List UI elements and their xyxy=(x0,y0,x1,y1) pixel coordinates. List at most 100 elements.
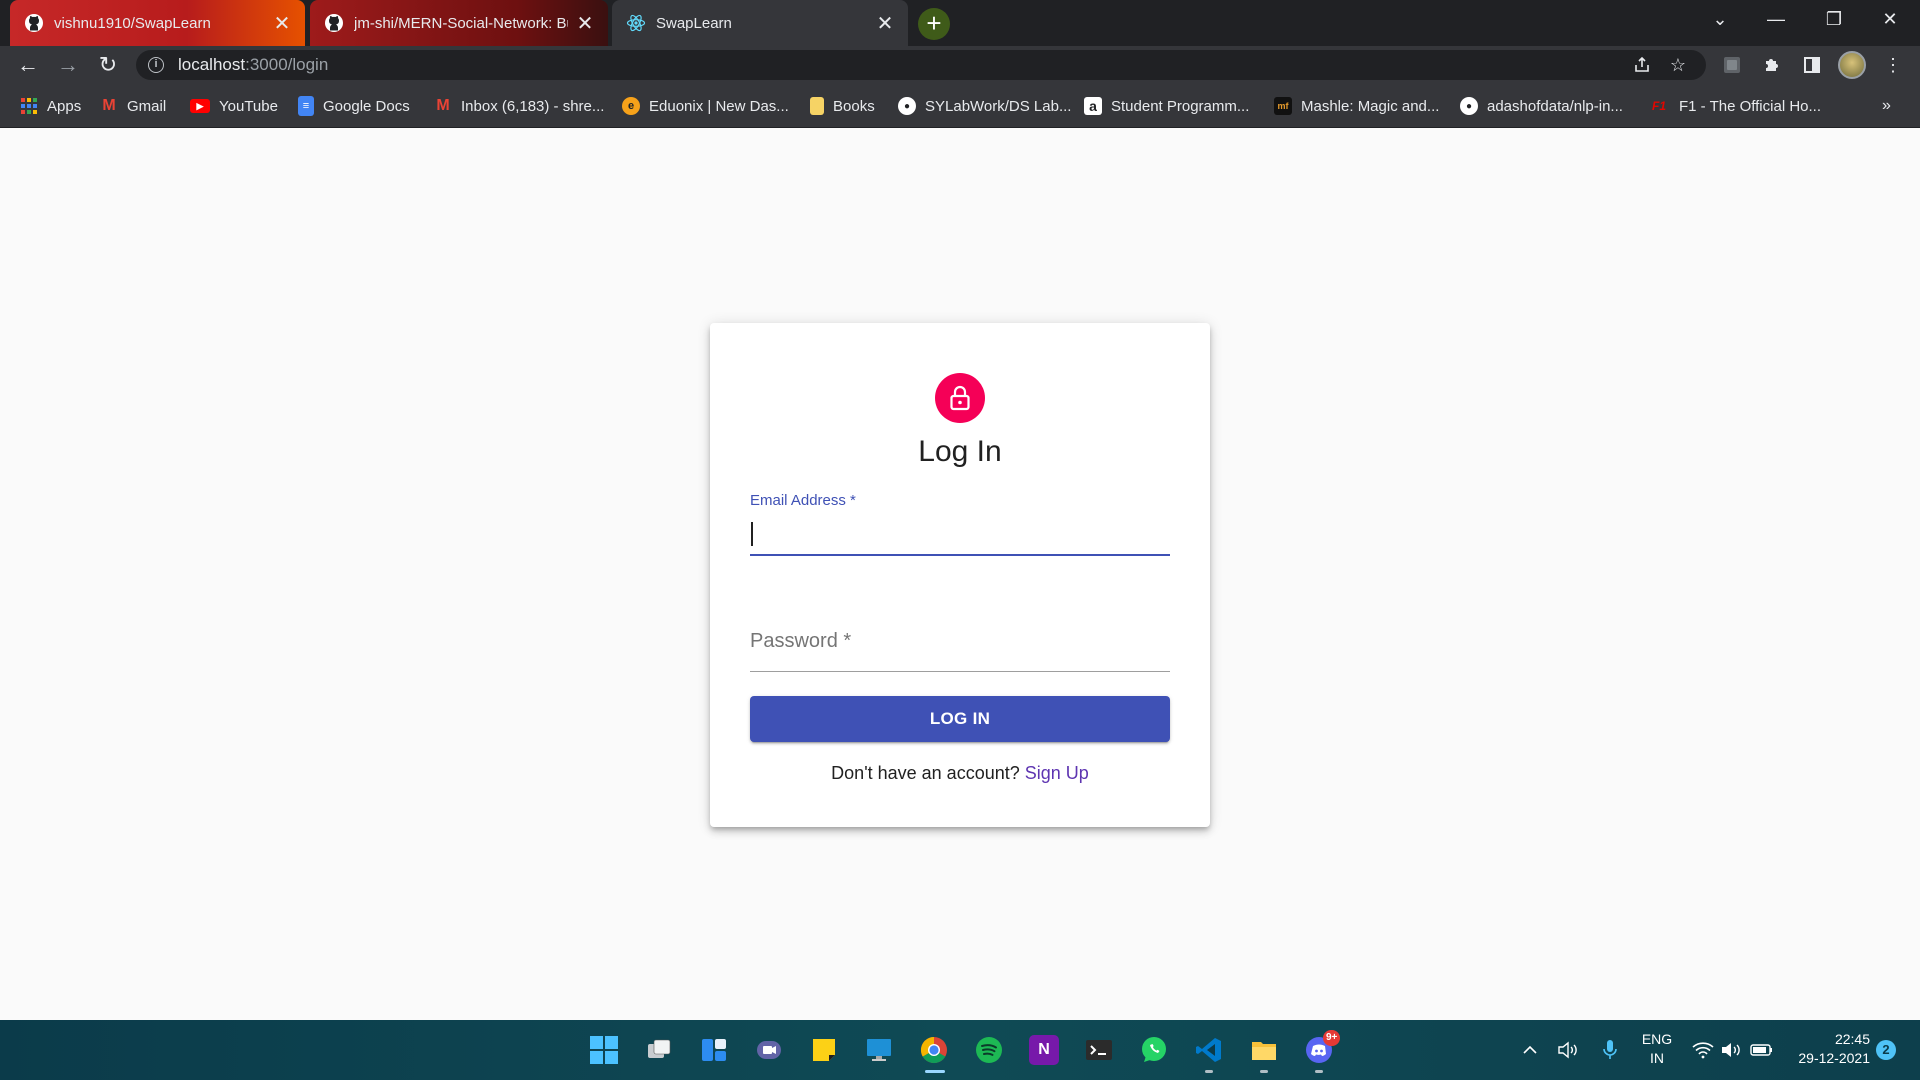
url-text: localhost:3000/login xyxy=(178,55,329,74)
wifi-icon[interactable] xyxy=(1690,1020,1716,1080)
address-bar[interactable]: i localhost:3000/login ☆ xyxy=(136,50,1706,80)
bookmark-inbox[interactable]: M Inbox (6,183) - shre... xyxy=(434,84,604,128)
bookmark-adashofdata[interactable]: ● adashofdata/nlp-in... xyxy=(1460,84,1623,128)
reload-button[interactable]: ↻ xyxy=(90,46,126,84)
new-tab-button[interactable]: + xyxy=(918,8,950,40)
bookmark-f1[interactable]: F1 F1 - The Official Ho... xyxy=(1648,84,1821,128)
restore-button[interactable]: ❐ xyxy=(1806,0,1862,40)
chrome-menu-icon[interactable]: ⋮ xyxy=(1878,50,1908,80)
bookmark-gmail[interactable]: M Gmail xyxy=(100,84,166,128)
react-icon xyxy=(626,14,646,32)
tab-swaplearn-active[interactable]: SwapLearn ✕ xyxy=(612,0,908,46)
email-field[interactable]: Email Address * xyxy=(750,492,1170,562)
apps-grid-icon xyxy=(20,97,38,115)
password-label: Password * xyxy=(750,630,852,652)
microphone-icon[interactable] xyxy=(1596,1020,1624,1080)
terminal-icon[interactable] xyxy=(1081,1032,1117,1068)
chrome-icon[interactable] xyxy=(916,1032,952,1068)
tab-search-icon[interactable]: ⌄ xyxy=(1692,0,1748,40)
clock-date: 29-12-2021 xyxy=(1798,1050,1870,1066)
github-icon: ● xyxy=(1460,97,1478,115)
spotify-icon[interactable] xyxy=(971,1032,1007,1068)
bookmark-label: Gmail xyxy=(127,97,167,115)
whatsapp-icon[interactable] xyxy=(1136,1032,1172,1068)
bookmark-google-docs[interactable]: ≡ Google Docs xyxy=(298,84,410,128)
tab-title: jm-shi/MERN-Social-Network: Bu xyxy=(354,14,568,32)
onenote-icon[interactable]: N xyxy=(1026,1032,1062,1068)
bookmark-label: Inbox (6,183) - shre... xyxy=(461,97,605,115)
site-info-icon[interactable]: i xyxy=(148,57,164,73)
login-button[interactable]: LOG IN xyxy=(750,696,1170,742)
github-icon xyxy=(25,14,43,32)
text-caret xyxy=(751,522,753,546)
clock-time: 22:45 xyxy=(1834,1031,1870,1047)
extensions-puzzle-icon[interactable] xyxy=(1757,50,1787,80)
signup-row: Don't have an account? Sign Up xyxy=(710,763,1210,784)
close-tab-icon[interactable]: ✕ xyxy=(273,11,291,36)
close-window-button[interactable]: ✕ xyxy=(1862,0,1918,40)
eduonix-icon: e xyxy=(622,97,640,115)
amazon-icon: a xyxy=(1084,97,1102,115)
windows-start-icon[interactable] xyxy=(586,1032,622,1068)
bookmark-sylabwork[interactable]: ● SYLabWork/DS Lab... xyxy=(898,84,1071,128)
language-code: ENG xyxy=(1641,1031,1673,1047)
github-icon xyxy=(325,14,343,32)
lock-icon xyxy=(950,385,970,411)
bookmark-books[interactable]: Books xyxy=(810,84,875,128)
manga-icon: mf xyxy=(1274,97,1292,115)
bookmark-label: Eduonix | New Das... xyxy=(649,97,789,115)
forward-button[interactable]: → xyxy=(50,46,86,84)
bookmark-label: Student Programm... xyxy=(1111,97,1250,115)
notification-count-badge[interactable]: 2 xyxy=(1876,1040,1896,1060)
bookmark-apps[interactable]: Apps xyxy=(20,84,81,128)
signup-link[interactable]: Sign Up xyxy=(1025,763,1089,783)
teams-chat-icon[interactable] xyxy=(751,1032,787,1068)
volume-icon[interactable] xyxy=(1718,1020,1744,1080)
bookmark-label: F1 - The Official Ho... xyxy=(1679,97,1821,115)
email-label: Email Address * xyxy=(750,492,856,509)
show-hidden-icons-icon[interactable] xyxy=(1518,1020,1542,1080)
back-button[interactable]: ← xyxy=(10,46,46,84)
running-app-indicator xyxy=(1205,1070,1213,1073)
sticky-notes-icon[interactable] xyxy=(806,1032,842,1068)
file-explorer-icon[interactable] xyxy=(1246,1032,1282,1068)
widgets-icon[interactable] xyxy=(696,1032,732,1068)
email-underline xyxy=(750,554,1170,556)
extension-icon[interactable] xyxy=(1717,50,1747,80)
vscode-icon[interactable] xyxy=(1191,1032,1227,1068)
side-panel-icon[interactable] xyxy=(1797,50,1827,80)
password-underline xyxy=(750,671,1170,672)
signup-prompt: Don't have an account? xyxy=(831,763,1020,783)
gmail-icon: M xyxy=(436,97,450,114)
bookmark-youtube[interactable]: ▶ YouTube xyxy=(190,84,278,128)
bookmarks-bar: Apps M Gmail ▶ YouTube ≡ Google Docs M I… xyxy=(0,84,1920,128)
close-tab-icon[interactable]: ✕ xyxy=(576,11,594,36)
close-tab-icon[interactable]: ✕ xyxy=(876,11,894,36)
github-icon: ● xyxy=(898,97,916,115)
bookmark-star-icon[interactable]: ☆ xyxy=(1663,50,1693,80)
speaker-tray-icon[interactable] xyxy=(1554,1020,1582,1080)
bookmark-label: Books xyxy=(833,97,875,115)
browser-toolbar: ← → ↻ i localhost:3000/login ☆ ⋮ xyxy=(0,46,1920,84)
share-icon[interactable] xyxy=(1627,50,1657,80)
bookmarks-overflow-button[interactable]: » xyxy=(1882,84,1891,128)
bookmark-student-programm[interactable]: a Student Programm... xyxy=(1084,84,1249,128)
active-app-indicator xyxy=(925,1070,945,1073)
password-field[interactable]: Password * xyxy=(750,613,1170,673)
profile-avatar[interactable] xyxy=(1838,51,1866,79)
tab-mern-social-network[interactable]: jm-shi/MERN-Social-Network: Bu ✕ xyxy=(310,0,608,46)
login-card: Log In Email Address * Password * LOG IN… xyxy=(710,323,1210,827)
tab-strip: vishnu1910/SwapLearn ✕ jm-shi/MERN-Socia… xyxy=(0,0,1920,46)
bookmark-mashle[interactable]: mf Mashle: Magic and... xyxy=(1274,84,1439,128)
windows-taskbar xyxy=(0,1020,1920,1080)
task-view-icon[interactable] xyxy=(641,1032,677,1068)
bookmark-eduonix[interactable]: e Eduonix | New Das... xyxy=(622,84,789,128)
language-indicator[interactable]: ENG IN xyxy=(1640,1030,1674,1068)
remote-desktop-icon[interactable] xyxy=(861,1032,897,1068)
battery-icon[interactable] xyxy=(1748,1020,1776,1080)
clock[interactable]: 22:45 29-12-2021 xyxy=(1790,1030,1870,1068)
bookmark-label: adashofdata/nlp-in... xyxy=(1487,97,1623,115)
minimize-button[interactable]: — xyxy=(1748,0,1804,40)
tab-swaplearn-github[interactable]: vishnu1910/SwapLearn ✕ xyxy=(10,0,305,46)
bookmark-label: Mashle: Magic and... xyxy=(1301,97,1440,115)
